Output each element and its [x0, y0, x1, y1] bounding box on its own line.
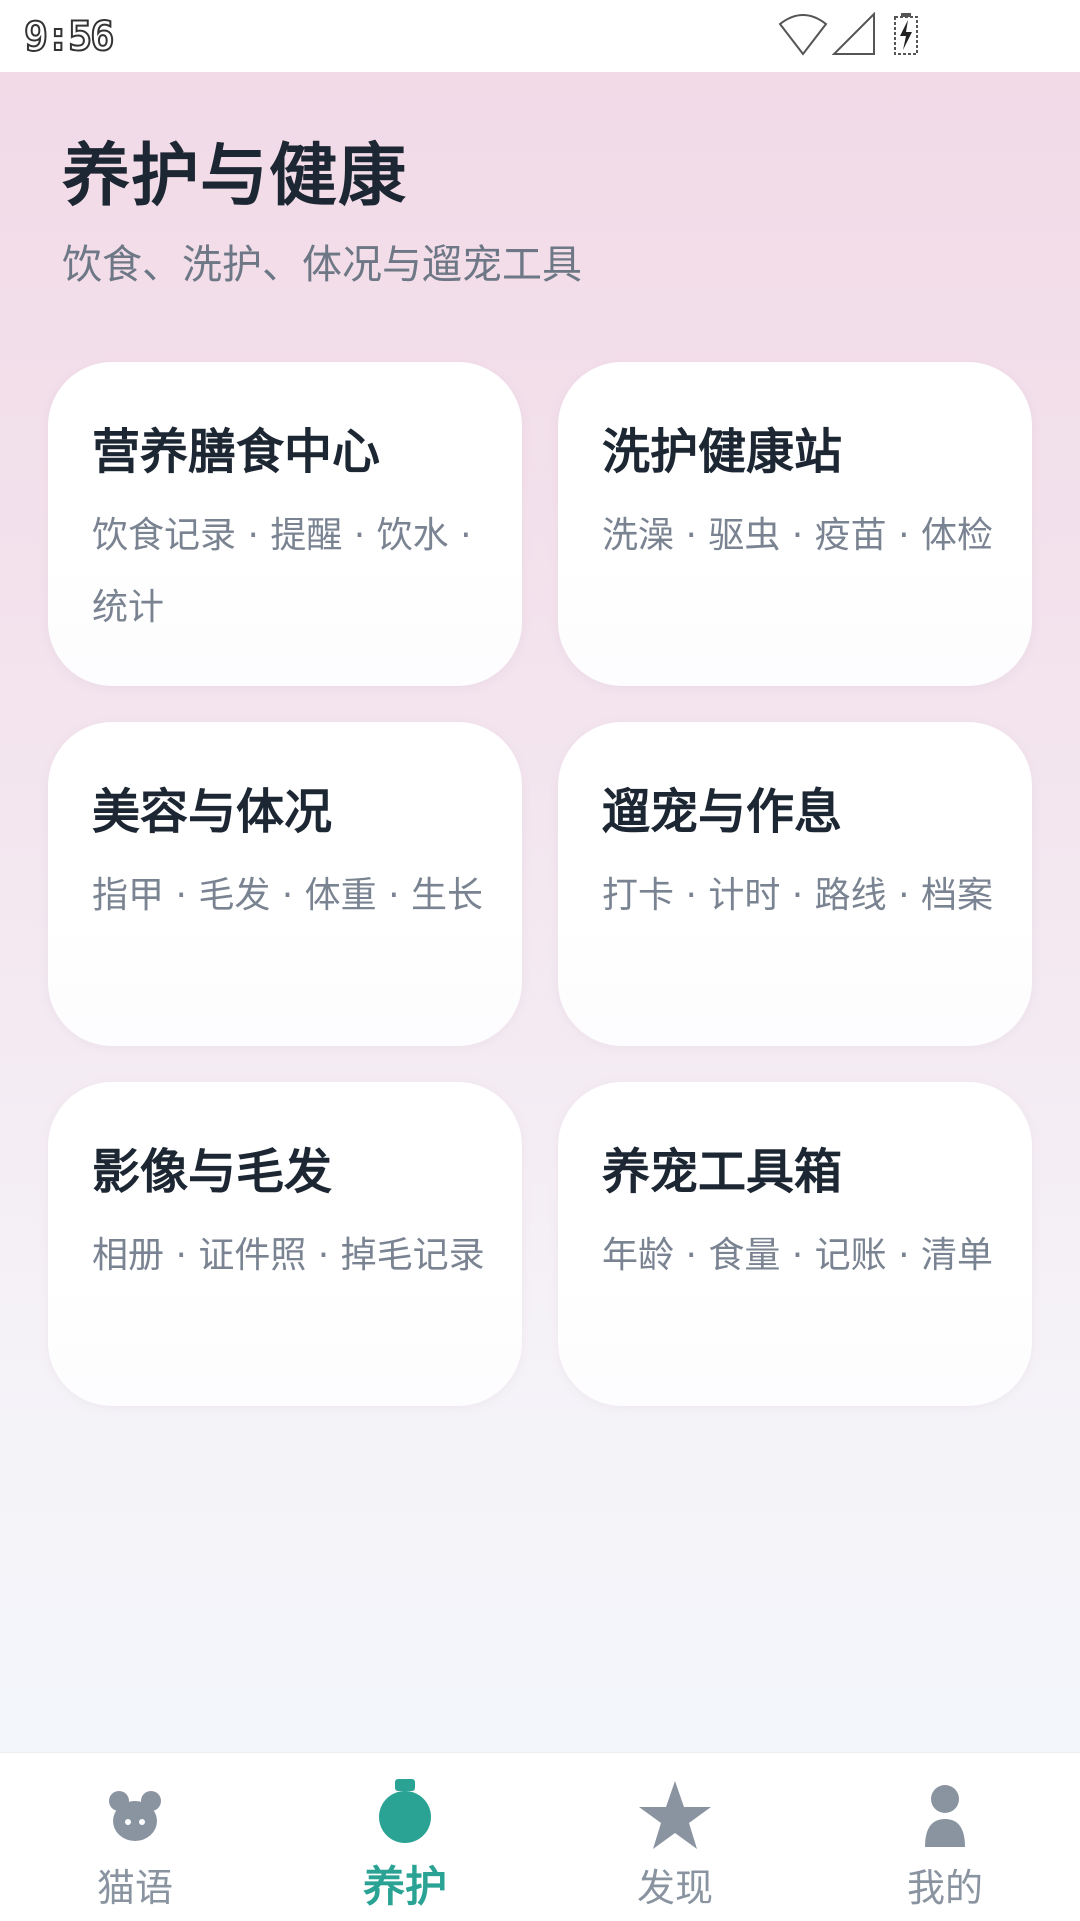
status-time: 9:56: [23, 13, 115, 61]
card-title: 营养膳食中心: [92, 424, 381, 480]
card-title: 养宠工具箱: [602, 1144, 843, 1200]
nav-label: 发现: [636, 1866, 713, 1910]
card-pet-toolbox[interactable]: 养宠工具箱 年龄 · 食量 · 记账 · 清单: [558, 1082, 1032, 1406]
card-nutrition-center[interactable]: 营养膳食中心 饮食记录 · 提醒 · 饮水 · 统计: [48, 362, 522, 686]
card-photo-fur[interactable]: 影像与毛发 相册 · 证件照 · 掉毛记录: [48, 1082, 522, 1406]
card-desc: 指甲 · 毛发 · 体重 · 生长: [92, 875, 483, 916]
page-subtitle: 饮食、洗护、体况与遛宠工具: [62, 242, 582, 288]
card-desc: 洗澡 · 驱虫 · 疫苗 · 体检: [602, 515, 993, 556]
battery-charging-icon: [894, 13, 918, 55]
card-walk-routine[interactable]: 遛宠与作息 打卡 · 计时 · 路线 · 档案: [558, 722, 1032, 1046]
nav-item-discover[interactable]: 发现: [540, 1753, 810, 1921]
card-title: 遛宠与作息: [602, 784, 843, 840]
cat-face-icon: [109, 1791, 161, 1841]
card-desc: 饮食记录 · 提醒 · 饮水 · 统计: [92, 515, 472, 628]
nav-item-cat-talk[interactable]: 猫语: [0, 1753, 270, 1921]
wifi-icon: [778, 14, 828, 56]
card-desc: 相册 · 证件照 · 掉毛记录: [92, 1235, 485, 1276]
status-bar: 9:56: [0, 0, 1080, 72]
nav-item-mine[interactable]: 我的: [810, 1753, 1080, 1921]
card-title: 影像与毛发: [92, 1144, 333, 1200]
card-desc: 年龄 · 食量 · 记账 · 清单: [602, 1235, 993, 1276]
nav-label: 养护: [362, 1862, 447, 1911]
bottom-nav: 猫语 养护 发现 我的: [0, 1752, 1080, 1920]
signal-icon: [832, 12, 875, 55]
care-bag-icon: [379, 1779, 431, 1843]
card-desc: 打卡 · 计时 · 路线 · 档案: [602, 875, 993, 916]
star-icon: [639, 1781, 711, 1849]
nav-item-care[interactable]: 养护: [270, 1753, 540, 1921]
page-title: 养护与健康: [62, 137, 408, 216]
nav-label: 我的: [906, 1866, 983, 1910]
user-icon: [925, 1785, 965, 1847]
card-title: 美容与体况: [92, 784, 333, 840]
card-title: 洗护健康站: [602, 424, 843, 480]
card-grooming-health-station[interactable]: 洗护健康站 洗澡 · 驱虫 · 疫苗 · 体检: [558, 362, 1032, 686]
card-beauty-condition[interactable]: 美容与体况 指甲 · 毛发 · 体重 · 生长: [48, 722, 522, 1046]
care-health-page: 养护与健康 饮食、洗护、体况与遛宠工具 营养膳食中心 饮食记录 · 提醒 · 饮…: [0, 72, 1080, 1752]
nav-label: 猫语: [96, 1866, 173, 1910]
